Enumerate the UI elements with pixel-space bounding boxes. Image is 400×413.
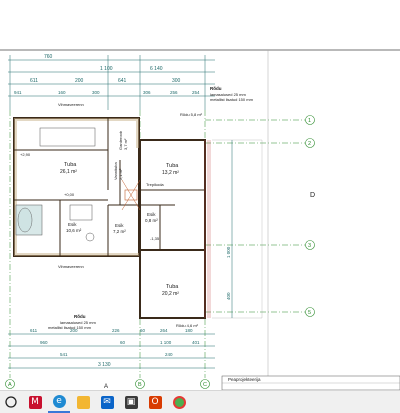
room-3-area: 20,2 m² xyxy=(162,291,179,297)
top-dim-1-1: 760 xyxy=(44,54,53,60)
room-5-area: 0,8 m² xyxy=(145,218,158,223)
top-dim-3-1: 941 xyxy=(14,90,22,95)
balcony-2-title: Rõdu xyxy=(74,314,86,319)
store-button[interactable]: ▣ xyxy=(120,391,142,413)
room-2-area: 13,2 m² xyxy=(162,170,179,176)
room-7-area: 3,7 m² xyxy=(123,138,128,150)
mail-button[interactable]: ✉ xyxy=(96,391,118,413)
axis-1: 1 xyxy=(308,118,311,124)
right-dim-1: 1 000 xyxy=(226,246,231,258)
top-dim-3-3: 300 xyxy=(92,90,100,95)
bottom-dim-2-4: 401 xyxy=(192,340,200,345)
edge-icon: e xyxy=(52,394,66,408)
bottom-dim-2-1: 960 xyxy=(40,340,48,345)
balcony-1-line2: metallist lisatud 150 mm xyxy=(210,97,254,102)
room-1-name: Tuba xyxy=(64,162,77,168)
top-dim-2-2: 200 xyxy=(75,78,84,84)
top-dim-2-1: 611 xyxy=(30,78,38,84)
top-dim-3-2: 160 xyxy=(58,90,66,95)
bottom-dim-1-4: 60 xyxy=(140,328,146,333)
bottom-dim-2-3: 1 100 xyxy=(160,340,172,345)
room-1-area: 26,1 m² xyxy=(60,169,77,175)
axis-A-left: A xyxy=(8,382,12,388)
level-small-3: -1,35 xyxy=(150,236,160,241)
top-dim-3-4: 306 xyxy=(143,90,151,95)
balcony-area-1: Rõdu 5,8 m² xyxy=(180,112,203,117)
section-letter: D xyxy=(310,192,315,199)
start-icon xyxy=(5,396,17,408)
top-dim-3-5: 256 xyxy=(170,90,178,95)
room-6-name: Esik xyxy=(68,222,77,227)
balcony-1-title: Rõdu xyxy=(210,86,222,91)
level-small-2: +0,00 xyxy=(64,192,75,197)
axis-3: 3 xyxy=(308,243,311,249)
top-dim-2-3: 641 xyxy=(118,78,127,84)
drawing-viewer[interactable]: 760 1 100 6 140 611 200 641 300 941 160 … xyxy=(0,0,400,390)
stamp-title: Peaprojekteerija xyxy=(228,377,261,382)
room-6-area: 10,6 m² xyxy=(66,228,82,233)
right-dim-2: 400 xyxy=(226,292,231,300)
store-icon: ▣ xyxy=(124,395,138,409)
room-8-area: 2,1 m² xyxy=(118,168,123,180)
level-label-bottom: Vihmaveerenn xyxy=(58,264,84,269)
room-3-name: Tuba xyxy=(166,284,179,290)
bottom-total-dim: 3 130 xyxy=(98,362,111,368)
room-4-name: Esik xyxy=(115,223,124,228)
bottom-dim-3-1: 541 xyxy=(60,352,68,357)
office-icon: O xyxy=(148,395,162,409)
bottom-dim-1-1: 611 xyxy=(30,328,38,333)
axis-B: B xyxy=(138,382,142,388)
room-4-area: 7,2 m² xyxy=(113,229,126,234)
top-dim-1-3: 6 140 xyxy=(150,66,163,72)
bottom-dim-1-3: 226 xyxy=(112,328,120,333)
axis-C: C xyxy=(203,382,207,388)
room-5-name: Esik xyxy=(147,212,156,217)
top-dim-1-2: 1 100 xyxy=(100,66,113,72)
bottom-dim-3-2: 240 xyxy=(165,352,173,357)
bottom-dim-1-2: 200 xyxy=(70,328,78,333)
floor-plan-drawing: 760 1 100 6 140 611 200 641 300 941 160 … xyxy=(0,49,400,390)
level-label-top: Vihmaveerenn xyxy=(58,102,84,107)
top-dim-3-6: 254 xyxy=(192,90,200,95)
taskbar: M e ✉ ▣ O xyxy=(0,390,400,413)
file-explorer-icon xyxy=(76,395,90,409)
axis-5: 5 xyxy=(308,310,311,316)
stair-label: Trepikoda xyxy=(146,182,164,187)
chrome-icon xyxy=(172,395,186,409)
mail-icon: ✉ xyxy=(100,395,114,409)
bottom-dim-1-6: 180 xyxy=(185,328,193,333)
office-button[interactable]: O xyxy=(144,391,166,413)
bottom-dim-1-5: 264 xyxy=(160,328,168,333)
mcafee-button[interactable]: M xyxy=(24,391,46,413)
edge-button[interactable]: e xyxy=(48,391,70,413)
bottom-dim-2-2: 60 xyxy=(120,340,126,345)
start-button[interactable] xyxy=(0,391,22,413)
mcafee-icon: M xyxy=(28,395,42,409)
chrome-button[interactable] xyxy=(168,391,190,413)
level-small-1: +2,90 xyxy=(20,152,31,157)
room-2-name: Tuba xyxy=(166,163,179,169)
top-dim-2-4: 300 xyxy=(172,78,181,84)
axis-2: 2 xyxy=(308,141,311,147)
file-explorer-button[interactable] xyxy=(72,391,94,413)
